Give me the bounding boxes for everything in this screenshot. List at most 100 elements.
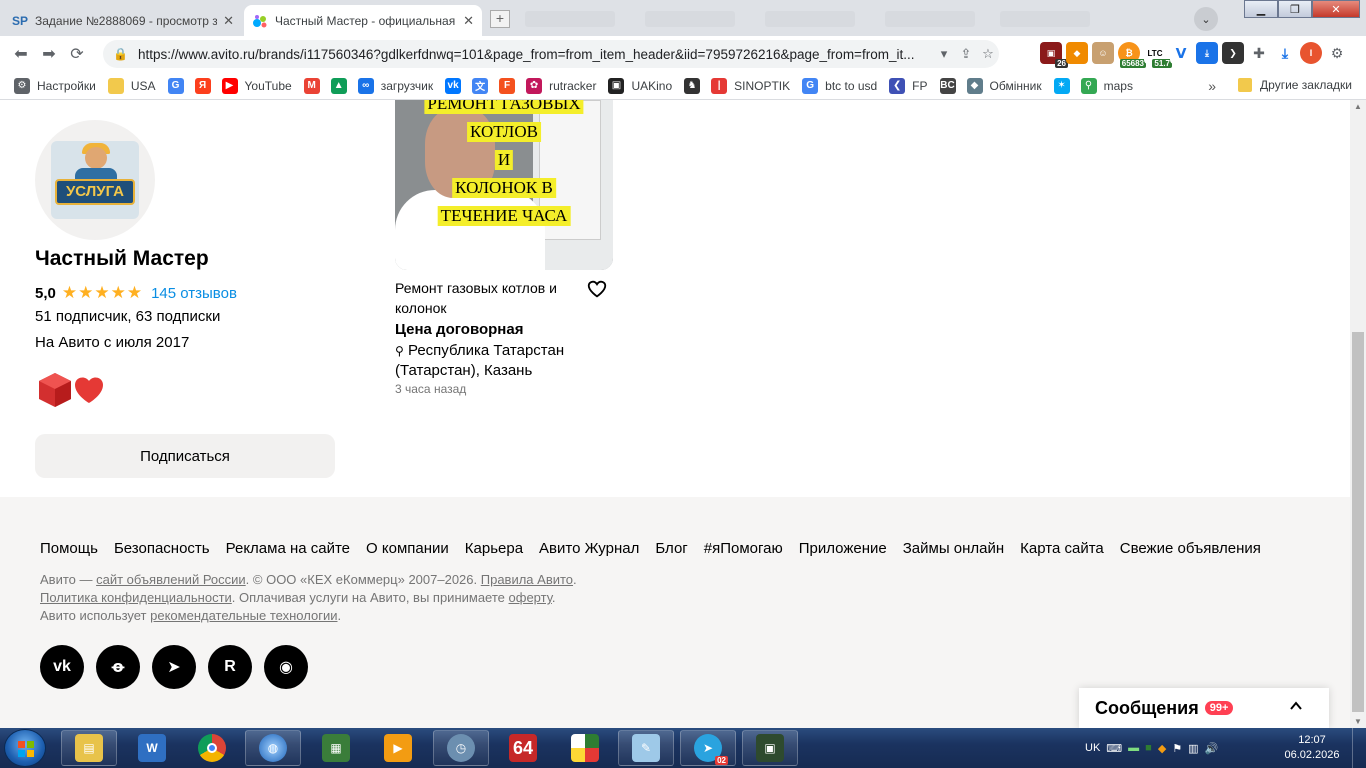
legal-link[interactable]: сайт объявлений России xyxy=(96,572,246,587)
address-bar[interactable]: 🔒 https://www.avito.ru/brands/i117560346… xyxy=(103,40,999,68)
footer-link[interactable]: О компании xyxy=(366,540,449,557)
bookmark-item[interactable]: BC xyxy=(939,77,963,94)
legal-link[interactable]: Политика конфиденциальности xyxy=(40,590,232,605)
scroll-down-icon[interactable]: ▼ xyxy=(1354,717,1362,726)
downloads-icon[interactable]: ⤓ xyxy=(1274,42,1296,64)
system-clock[interactable]: 12:07 06.02.2026 xyxy=(1282,733,1342,763)
forward-arrow-icon[interactable]: ➡ xyxy=(36,41,62,67)
footer-link[interactable]: Помощь xyxy=(40,540,98,557)
brave-extension-icon[interactable]: ◆ xyxy=(1066,42,1088,64)
minimize-button[interactable]: ▁ xyxy=(1244,0,1278,18)
bookmark-item[interactable]: ❮ FP xyxy=(889,77,928,94)
messages-widget[interactable]: Сообщения 99+ xyxy=(1079,688,1329,728)
download-box-icon[interactable]: ⤓ xyxy=(1196,42,1218,64)
scrollbar-thumb[interactable] xyxy=(1352,332,1364,712)
green-app-icon[interactable]: ■ xyxy=(1145,742,1152,754)
bitcoin-extension-icon[interactable]: ₿ 65683 xyxy=(1118,42,1146,68)
v-extension-icon[interactable]: ꓦ xyxy=(1170,42,1192,64)
new-tab-button[interactable]: + xyxy=(490,10,510,28)
bookmark-item[interactable]: ✶ xyxy=(1053,77,1077,94)
bookmark-item[interactable]: Я xyxy=(194,77,218,94)
clock-app-button[interactable]: ◷ xyxy=(433,730,489,766)
app-64-button[interactable]: 64 xyxy=(495,730,551,766)
shield-extension-icon[interactable]: ▣ 26 xyxy=(1040,42,1068,68)
bookmark-item[interactable]: | SINOPTIK xyxy=(711,77,790,94)
close-window-button[interactable]: ✕ xyxy=(1312,0,1360,18)
footer-link[interactable]: Карта сайта xyxy=(1020,540,1104,557)
show-desktop-button[interactable] xyxy=(1352,728,1366,768)
bookmark-item[interactable]: ✿ rutracker xyxy=(526,77,596,94)
other-bookmarks[interactable]: Другие закладки xyxy=(1238,78,1352,92)
profile-avatar[interactable]: I xyxy=(1300,42,1322,64)
start-button[interactable] xyxy=(4,729,46,767)
bookmark-item[interactable]: ∞ загрузчик xyxy=(357,77,433,94)
seller-badges-icon[interactable] xyxy=(37,371,105,409)
terminal-taskbar-button[interactable]: ▣ xyxy=(742,730,798,766)
dropdown-icon[interactable]: ▾ xyxy=(933,46,955,62)
heart-icon[interactable] xyxy=(586,278,608,300)
flag-icon[interactable]: ⚑ xyxy=(1172,742,1182,755)
dzen-icon[interactable]: ◉ xyxy=(264,645,308,689)
tab-task[interactable]: SP Задание №2888069 - просмотр з ✕ xyxy=(4,5,242,36)
maximize-button[interactable]: ❐ xyxy=(1278,0,1312,18)
bookmark-item[interactable]: ▲ xyxy=(330,77,354,94)
share-icon[interactable]: ⇪ xyxy=(955,46,977,62)
page-scrollbar[interactable]: ▲ ▼ xyxy=(1350,100,1366,728)
close-icon[interactable]: ✕ xyxy=(223,13,234,29)
media-app-button[interactable]: ▦ xyxy=(308,730,364,766)
bookmark-star-icon[interactable]: ☆ xyxy=(977,46,999,62)
close-icon[interactable]: ✕ xyxy=(463,13,474,29)
rutube-icon[interactable]: R xyxy=(208,645,252,689)
chevron-up-icon[interactable] xyxy=(1289,699,1303,713)
bookmark-item[interactable]: Gbtc to usd xyxy=(802,77,877,94)
footer-link[interactable]: Авито Журнал xyxy=(539,540,639,557)
legal-link[interactable]: Правила Авито xyxy=(481,572,573,587)
bookmark-item[interactable]: F xyxy=(499,77,522,94)
arrow-extension-icon[interactable]: ❯ xyxy=(1222,42,1244,64)
legal-link[interactable]: оферту xyxy=(509,590,552,605)
footer-link[interactable]: Блог xyxy=(655,540,687,557)
chart-app-button[interactable] xyxy=(557,730,613,766)
telegram-icon[interactable]: ➤ xyxy=(152,645,196,689)
footer-link[interactable]: Реклама на сайте xyxy=(226,540,350,557)
network-icon[interactable]: ▥ xyxy=(1188,742,1198,755)
puzzle-icon[interactable]: ✚ xyxy=(1248,42,1270,64)
footer-link[interactable]: Карьера xyxy=(465,540,523,557)
shield-app-button[interactable]: W xyxy=(124,730,180,766)
bookmark-item[interactable]: M xyxy=(303,77,327,94)
footer-link[interactable]: Приложение xyxy=(799,540,887,557)
browser-taskbar-button[interactable]: ◍ xyxy=(245,730,301,766)
bookmark-item[interactable]: G xyxy=(167,77,191,94)
bookmark-item[interactable]: ▣ UAKino xyxy=(608,77,672,94)
language-indicator[interactable]: UK xyxy=(1085,742,1100,754)
reviews-link[interactable]: 145 отзывов xyxy=(151,285,237,302)
keyboard-icon[interactable]: ⌨ xyxy=(1106,742,1122,755)
listing-title[interactable]: Ремонт газовых котлов и колонок xyxy=(395,278,575,318)
bookmarks-more-button[interactable]: » xyxy=(1208,78,1216,94)
ltc-extension-icon[interactable]: LTC 51.7 xyxy=(1144,42,1172,68)
footer-link[interactable]: Займы онлайн xyxy=(903,540,1004,557)
back-arrow-icon[interactable]: ⬅ xyxy=(8,41,34,67)
footer-link[interactable]: Свежие объявления xyxy=(1120,540,1261,557)
reload-icon[interactable]: ⟳ xyxy=(64,41,90,67)
face-extension-icon[interactable]: ☺ xyxy=(1092,42,1114,64)
explorer-taskbar-button[interactable]: ▤ xyxy=(61,730,117,766)
player-app-button[interactable]: ▶ xyxy=(370,730,426,766)
subscribe-button[interactable]: Подписаться xyxy=(35,434,335,478)
bookmark-item[interactable]: ⚙ Настройки xyxy=(14,77,96,94)
seller-avatar[interactable]: УСЛУГА xyxy=(35,120,155,240)
footer-link[interactable]: Безопасность xyxy=(114,540,210,557)
tab-avito[interactable]: Частный Мастер - официальная с ✕ xyxy=(244,5,482,36)
telegram-taskbar-button[interactable]: ➤ 02 xyxy=(680,730,736,766)
vk-icon[interactable]: vk xyxy=(40,645,84,689)
listing-image[interactable]: РЕМОНТ ГАЗОВЫХ КОТЛОВ И КОЛОНОК В ТЕЧЕНИ… xyxy=(395,100,613,270)
bookmark-item[interactable]: ◆ Обмінник xyxy=(966,77,1042,94)
bookmark-item[interactable]: ▶ YouTube xyxy=(221,77,292,94)
bookmark-item[interactable]: ⚲ maps xyxy=(1080,77,1133,94)
odnoklassniki-icon[interactable]: ꝋ xyxy=(96,645,140,689)
bookmark-item[interactable]: USA xyxy=(107,77,156,94)
menu-icon[interactable]: ⚙ xyxy=(1326,42,1348,64)
notepad-taskbar-button[interactable]: ✎ xyxy=(618,730,674,766)
bookmark-item[interactable]: 文 xyxy=(472,77,495,94)
chrome-pinned-button[interactable] xyxy=(184,730,240,766)
